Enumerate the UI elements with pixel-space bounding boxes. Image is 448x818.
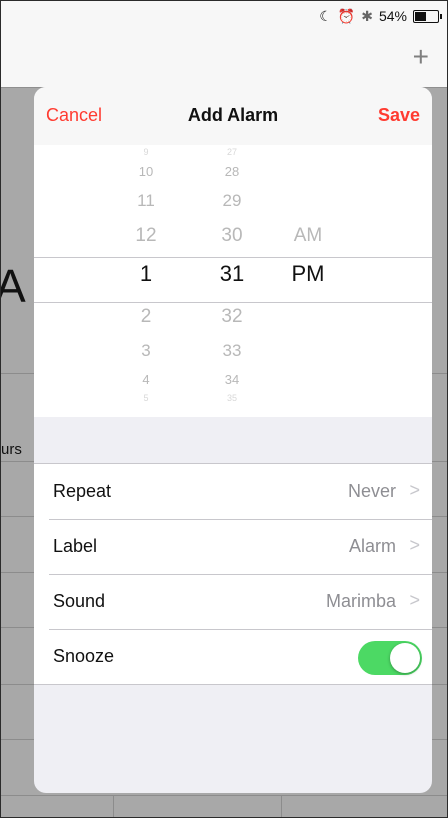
minute-option[interactable]: 32 [192, 306, 272, 328]
time-picker[interactable]: 9 10 11 12 1 2 3 4 5 27 28 29 30 31 32 3… [34, 145, 432, 417]
minute-option[interactable]: 33 [192, 341, 272, 361]
background-divider [1, 795, 447, 796]
hour-option[interactable]: 5 [106, 393, 186, 403]
screen: ☾ ⏰ ✱ 54% + A urs Cancel Add Alarm Save … [0, 0, 448, 818]
label-value: Alarm [348, 536, 396, 556]
hour-option[interactable]: 12 [106, 225, 186, 247]
alarm-settings-list: Repeat Never > Label Alarm > Sound Marim… [34, 463, 432, 685]
moon-icon: ☾ [319, 7, 332, 24]
period-option-am[interactable]: AM [268, 225, 348, 247]
background-navbar: ☾ ⏰ ✱ 54% + [1, 1, 447, 88]
modal-title: Add Alarm [187, 105, 279, 125]
bluetooth-icon: ✱ [361, 7, 373, 24]
add-alarm-modal: Cancel Add Alarm Save 9 10 11 12 1 2 3 4… [34, 87, 432, 793]
background-letter: A [1, 259, 26, 313]
hour-option[interactable]: 4 [106, 372, 186, 387]
hour-wheel[interactable]: 9 10 11 12 1 2 3 4 5 [106, 145, 186, 417]
period-wheel[interactable]: AM PM [268, 145, 348, 417]
sound-row[interactable]: Sound Marimba > [34, 574, 432, 629]
hour-option-selected[interactable]: 1 [106, 261, 186, 287]
hour-option[interactable]: 2 [106, 306, 186, 328]
label-row[interactable]: Label Alarm > [34, 519, 432, 574]
snooze-label: Snooze [53, 646, 115, 666]
minute-option[interactable]: 35 [192, 393, 272, 403]
chevron-right-icon: > [409, 590, 420, 610]
hour-option[interactable]: 10 [106, 164, 186, 179]
hour-option[interactable]: 9 [106, 147, 186, 157]
background-divider [281, 796, 282, 817]
repeat-value: Never [347, 481, 396, 501]
hour-option[interactable]: 3 [106, 341, 186, 361]
battery-percent: 54% [378, 8, 407, 24]
background-side-text: urs [1, 441, 22, 458]
chevron-right-icon: > [409, 480, 420, 500]
repeat-row[interactable]: Repeat Never > [34, 464, 432, 519]
sound-label: Sound [53, 591, 106, 611]
background-divider [113, 796, 114, 817]
alarm-clock-icon: ⏰ [337, 7, 356, 24]
save-button[interactable]: Save [378, 105, 420, 126]
minute-option[interactable]: 34 [192, 372, 272, 387]
hour-option[interactable]: 11 [106, 191, 186, 211]
add-alarm-plus-icon[interactable]: + [413, 43, 429, 71]
period-option-pm-selected[interactable]: PM [268, 261, 348, 287]
minute-option[interactable]: 29 [192, 191, 272, 211]
snooze-toggle[interactable] [358, 641, 422, 675]
modal-navbar: Cancel Add Alarm Save [34, 87, 432, 145]
label-label: Label [53, 536, 98, 556]
snooze-row: Snooze [34, 629, 432, 684]
status-bar: ☾ ⏰ ✱ 54% [319, 5, 442, 27]
sound-value: Marimba [325, 591, 396, 611]
repeat-label: Repeat [53, 481, 112, 501]
minute-wheel[interactable]: 27 28 29 30 31 32 33 34 35 [192, 145, 272, 417]
battery-icon [413, 9, 442, 23]
toggle-knob[interactable] [390, 643, 420, 673]
chevron-right-icon: > [409, 535, 420, 555]
minute-option-selected[interactable]: 31 [192, 261, 272, 287]
minute-option[interactable]: 28 [192, 164, 272, 179]
minute-option[interactable]: 30 [192, 225, 272, 247]
minute-option[interactable]: 27 [192, 147, 272, 157]
